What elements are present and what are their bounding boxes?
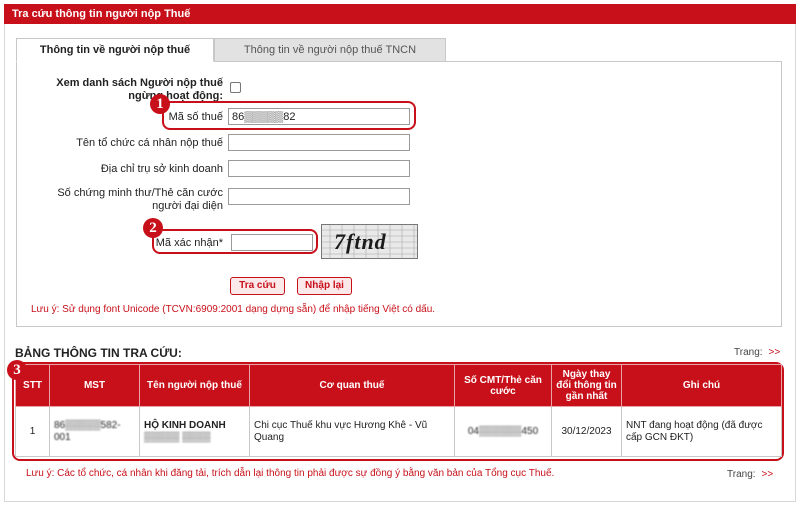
row-name-line1: HỘ KINH DOANH xyxy=(144,419,226,431)
table-row[interactable]: 1 86▒▒▒▒▒582-001 HỘ KINH DOANH ▒▒▒▒▒ ▒▒▒… xyxy=(15,406,782,457)
row-name-line2: ▒▒▒▒▒ ▒▒▒▒ xyxy=(144,431,211,443)
row-note: NNT đang hoạt động (đã được cấp GCN ĐKT) xyxy=(621,406,782,457)
footer-pager-label: Trang: xyxy=(727,469,756,480)
col-mst: MST xyxy=(49,364,140,407)
unicode-note: Lưu ý: Sử dụng font Unicode (TCVN:6909:2… xyxy=(31,304,436,315)
inactive-list-checkbox[interactable] xyxy=(230,82,241,93)
tax-code-highlight xyxy=(162,101,416,130)
footer-note: Lưu ý: Các tổ chức, cá nhân khi đăng tải… xyxy=(26,468,555,479)
row-mst[interactable]: 86▒▒▒▒▒582-001 xyxy=(49,406,140,457)
search-button[interactable]: Tra cứu xyxy=(230,277,285,295)
col-note: Ghi chú xyxy=(621,364,782,407)
results-pager-top: Trang: >> xyxy=(734,347,780,358)
results-table: STT MST Tên người nộp thuế Cơ quan thuế … xyxy=(15,364,782,457)
row-tax-agency: Chi cục Thuế khu vực Hương Khê - Vũ Quan… xyxy=(249,406,455,457)
results-pager-bottom: Trang: >> xyxy=(727,469,773,480)
captcha-text: 7ftnd xyxy=(334,229,387,254)
representative-id-label: Số chứng minh thư/Thẻ căn cước người đại… xyxy=(57,187,223,212)
pager-label: Trang: xyxy=(734,347,763,358)
address-input[interactable] xyxy=(228,160,410,177)
page-title: Tra cứu thông tin người nộp Thuế xyxy=(12,8,191,20)
captcha-image: 7ftnd xyxy=(321,224,418,259)
annotation-badge-2: 2 xyxy=(143,218,163,238)
row-stt: 1 xyxy=(15,406,50,457)
col-tax-agency: Cơ quan thuế xyxy=(249,364,455,407)
annotation-badge-3: 3 xyxy=(7,360,27,380)
org-name-input[interactable] xyxy=(228,134,410,151)
reset-button[interactable]: Nhập lại xyxy=(297,277,352,295)
row-id-number-text: 04▒▒▒▒▒▒450 xyxy=(467,425,539,437)
results-title: BẢNG THÔNG TIN TRA CỨU: xyxy=(15,346,182,360)
page-title-bar: Tra cứu thông tin người nộp Thuế xyxy=(4,4,796,24)
org-name-label: Tên tổ chức cá nhân nộp thuế xyxy=(76,137,223,149)
row-mst-text: 86▒▒▒▒▒582-001 xyxy=(54,419,121,443)
inactive-list-label: Xem danh sách Người nộp thuế ngừng hoạt … xyxy=(56,77,223,102)
footer-next-page-link[interactable]: >> xyxy=(762,469,774,480)
address-label: Địa chỉ trụ sở kinh doanh xyxy=(100,163,223,175)
row-id-number: 04▒▒▒▒▒▒450 xyxy=(454,406,552,457)
table-header-row: STT MST Tên người nộp thuế Cơ quan thuế … xyxy=(15,364,782,407)
representative-id-input[interactable] xyxy=(228,188,410,205)
row-last-changed: 30/12/2023 xyxy=(551,406,622,457)
col-taxpayer-name: Tên người nộp thuế xyxy=(139,364,250,407)
col-id-number: Số CMT/Thẻ căn cước xyxy=(454,364,552,407)
row-taxpayer-name[interactable]: HỘ KINH DOANH ▒▒▒▒▒ ▒▒▒▒ xyxy=(139,406,250,457)
tab-taxpayer-info[interactable]: Thông tin về người nộp thuế xyxy=(16,38,214,62)
tab-personal-taxpayer-info[interactable]: Thông tin về người nộp thuế TNCN xyxy=(214,38,446,62)
col-last-changed: Ngày thay đổi thông tin gần nhất xyxy=(551,364,622,407)
next-page-link[interactable]: >> xyxy=(769,347,781,358)
annotation-badge-1: 1 xyxy=(150,94,170,114)
captcha-highlight xyxy=(152,229,318,254)
